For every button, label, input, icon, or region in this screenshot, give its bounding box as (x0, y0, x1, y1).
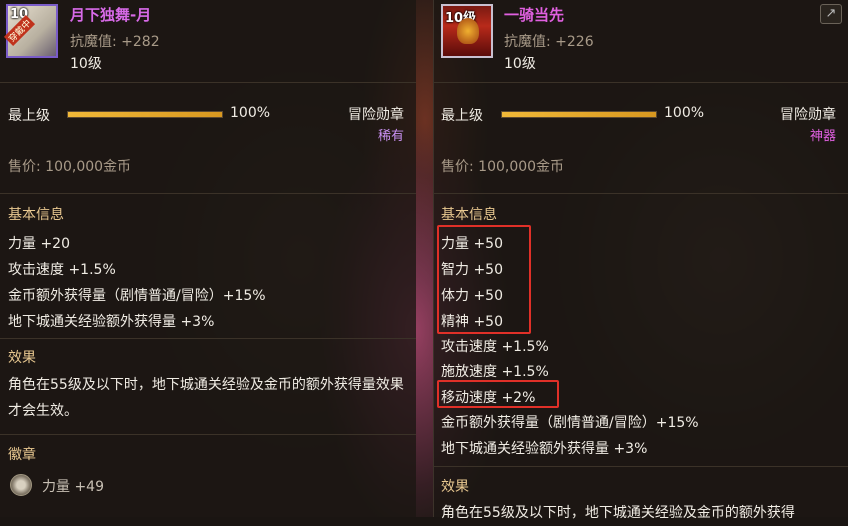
max-level-label: 最上级 (8, 108, 50, 124)
item-icon[interactable]: 10 穿戴中 (3, 4, 58, 58)
progress-fill (68, 112, 222, 117)
tooltip-panel-right: 10级 一骑当先 抗魔值: +226 10级 ↗ 最上级 100% 冒险勋章 神… (433, 0, 848, 521)
divider (434, 82, 848, 83)
divider (0, 82, 416, 83)
stat-line: 施放速度 +1.5% (441, 364, 549, 380)
max-level-label: 最上级 (441, 108, 483, 124)
item-level: 10级 (70, 56, 102, 72)
divider (434, 466, 848, 467)
item-type: 冒险勋章 (780, 107, 836, 123)
item-type: 冒险勋章 (348, 107, 404, 123)
price: 售价: 100,000金币 (8, 159, 132, 175)
stat-line: 金币额外获得量（剧情普通/冒险）+15% (8, 288, 266, 304)
item-name: 月下独舞-月 (70, 6, 152, 24)
divider (0, 338, 416, 339)
item-level: 10级 (504, 56, 536, 72)
item-header: 10级 一骑当先 抗魔值: +226 10级 ↗ (434, 0, 848, 82)
anti-magic-value: 抗魔值: +282 (70, 34, 160, 50)
highlight-box (437, 380, 559, 408)
stat-line: 金币额外获得量（剧情普通/冒险）+15% (441, 415, 699, 431)
stat-line: 地下城通关经验额外获得量 +3% (441, 441, 648, 457)
anti-magic-value: 抗魔值: +226 (504, 34, 594, 50)
upgrade-progress-bar (67, 111, 223, 118)
emblem-icon[interactable] (10, 474, 32, 496)
divider (434, 193, 848, 194)
progress-percent: 100% (664, 105, 705, 121)
banner-emblem-icon (457, 18, 479, 44)
effect-title: 效果 (8, 350, 36, 366)
share-icon[interactable]: ↗ (820, 4, 842, 24)
highlight-box (437, 225, 531, 334)
basic-info-title: 基本信息 (441, 207, 497, 223)
effect-text: 角色在55级及以下时，地下城通关经验及金币的额外获得量效果才会生效。 (8, 377, 404, 419)
stat-line: 力量 +20 (8, 236, 70, 252)
progress-fill (502, 112, 656, 117)
rarity-label: 稀有 (377, 129, 404, 144)
basic-info-title: 基本信息 (8, 207, 64, 223)
item-header: 10 穿戴中 月下独舞-月 抗魔值: +282 10级 (0, 0, 416, 82)
item-icon[interactable]: 10级 (441, 4, 493, 58)
price: 售价: 100,000金币 (441, 159, 565, 175)
divider (0, 434, 416, 435)
rarity-label: 神器 (809, 129, 836, 144)
upgrade-progress-bar (501, 111, 657, 118)
item-name: 一骑当先 (504, 6, 565, 24)
tooltip-panel-left: 10 穿戴中 月下独舞-月 抗魔值: +282 10级 最上级 100% 冒险勋… (0, 0, 416, 517)
stat-line: 地下城通关经验额外获得量 +3% (8, 314, 215, 330)
progress-percent: 100% (230, 105, 271, 121)
emblem-stat: 力量 +49 (42, 479, 104, 495)
effect-text: 角色在55级及以下时，地下城通关经验及金币的额外获得 (441, 505, 795, 521)
emblem-title: 徽章 (8, 447, 36, 463)
stat-line: 攻击速度 +1.5% (8, 262, 116, 278)
stat-line: 攻击速度 +1.5% (441, 339, 549, 355)
divider (0, 193, 416, 194)
effect-title: 效果 (441, 479, 469, 495)
equipped-tag: 穿戴中 (3, 14, 36, 47)
